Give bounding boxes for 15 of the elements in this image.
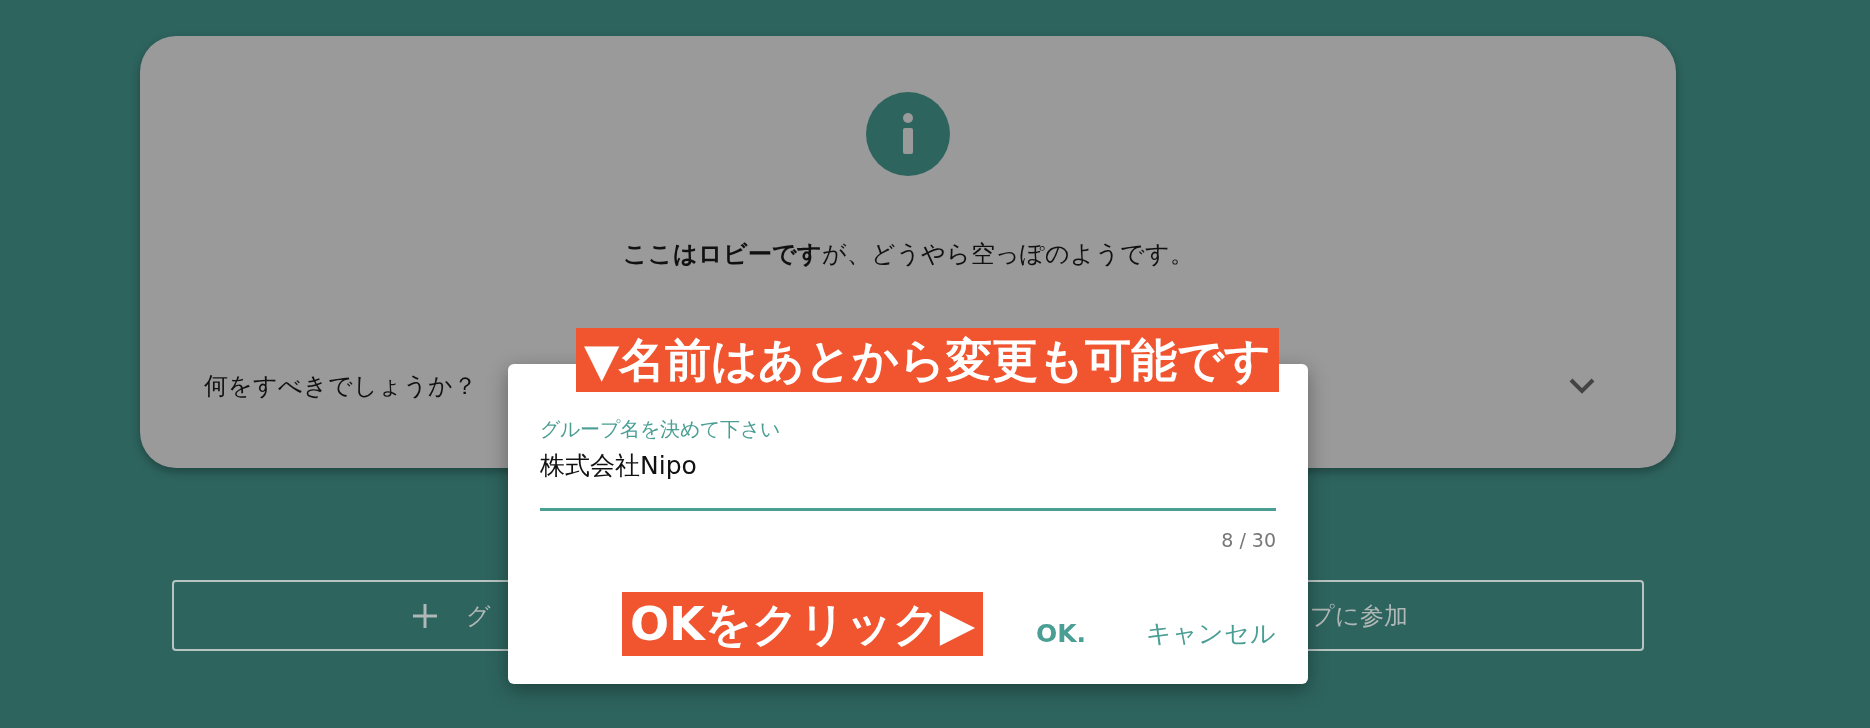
field-value: 株式会社Nipo xyxy=(540,450,698,482)
character-counter: 8 / 30 xyxy=(1221,529,1276,551)
cancel-button[interactable]: キャンセル xyxy=(1146,613,1276,654)
create-group-button[interactable]: グ xyxy=(412,599,491,632)
ok-button[interactable]: OK. xyxy=(1035,613,1086,654)
annotation-label: OKをクリック▶ xyxy=(622,592,984,656)
plus-icon xyxy=(412,602,438,629)
join-group-button[interactable]: プに参加 xyxy=(1310,599,1408,632)
info-icon xyxy=(866,92,950,176)
field-label: グループ名を決めて下さい xyxy=(540,416,781,443)
chevron-icon[interactable] xyxy=(1568,377,1596,395)
annotation-label: ▼名前はあとから変更も可能です xyxy=(576,328,1280,392)
group-name-field[interactable]: グループ名を決めて下さい 株式会社Nipo xyxy=(540,416,1276,511)
empty-lobby-message: ここはロビーですが、どうやら空っぽのようです。 xyxy=(622,239,1194,270)
faq-title[interactable]: 何をすべきでしょうか？ xyxy=(204,370,477,402)
